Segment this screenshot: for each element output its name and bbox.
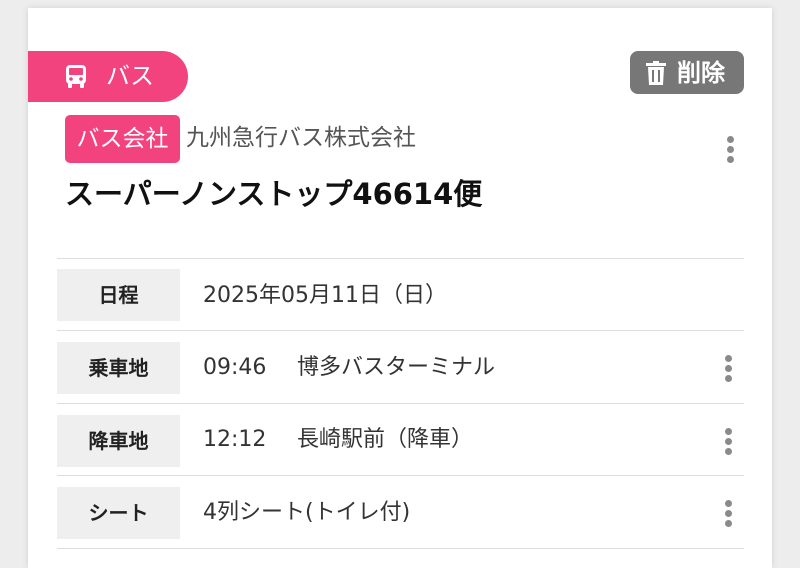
delete-button-label: 削除	[677, 59, 725, 87]
trash-icon	[646, 61, 666, 85]
alighting-menu-icon[interactable]	[724, 428, 732, 455]
divider	[57, 258, 744, 259]
divider	[57, 548, 744, 549]
schedule-label: 日程	[57, 269, 180, 321]
alighting-label: 降車地	[57, 415, 180, 467]
schedule-value: 2025年05月11日（日）	[203, 283, 447, 308]
boarding-menu-icon[interactable]	[724, 355, 732, 382]
boarding-time: 09:46	[203, 355, 267, 380]
bus-icon	[66, 65, 86, 88]
company-menu-icon[interactable]	[726, 136, 734, 163]
company-badge: バス会社	[65, 115, 180, 163]
alighting-time: 12:12	[203, 427, 267, 452]
divider	[57, 330, 744, 331]
seat-label: シート	[57, 487, 180, 539]
alighting-place: 長崎駅前（降車）	[297, 427, 474, 452]
service-name: スーパーノンストップ46614便	[65, 177, 483, 211]
boarding-place: 博多バスターミナル	[297, 355, 496, 380]
delete-button[interactable]: 削除	[630, 51, 744, 94]
divider	[57, 403, 744, 404]
seat-menu-icon[interactable]	[724, 500, 732, 527]
divider	[57, 475, 744, 476]
bus-tag-label: バス	[106, 62, 154, 90]
boarding-label: 乗車地	[57, 342, 180, 394]
company-name: 九州急行バス株式会社	[186, 125, 416, 151]
bus-category-tag: バス	[28, 51, 188, 102]
seat-value: 4列シート(トイレ付)	[203, 500, 411, 525]
